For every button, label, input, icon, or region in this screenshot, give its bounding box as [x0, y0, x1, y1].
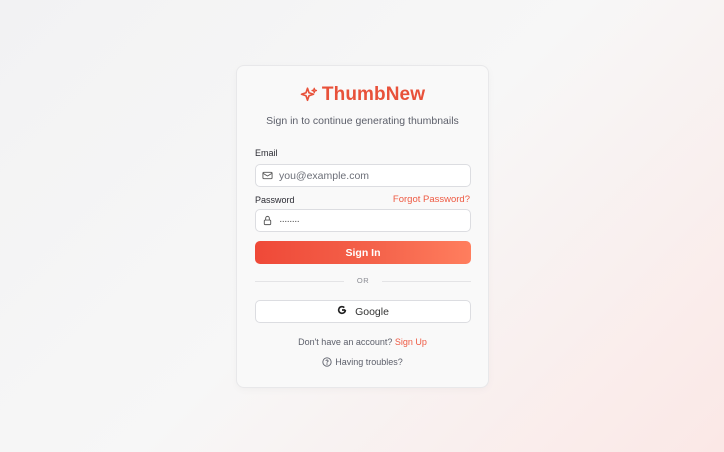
password-input[interactable]: [279, 214, 459, 227]
email-input[interactable]: [279, 169, 459, 182]
divider-or: OR: [344, 276, 382, 285]
password-label: Password: [255, 195, 295, 205]
help-link[interactable]: Having troubles?: [237, 357, 488, 367]
email-label: Email: [255, 148, 278, 158]
signup-prompt-text: Don't have an account?: [298, 337, 393, 347]
login-card: ThumbNew Sign in to continue generating …: [236, 65, 489, 388]
lock-icon: [262, 215, 273, 226]
help-label: Having troubles?: [335, 357, 403, 367]
email-field[interactable]: [255, 164, 471, 187]
signup-prompt: Don't have an account? Sign Up: [237, 337, 488, 347]
google-label: Google: [355, 305, 389, 318]
subtitle: Sign in to continue generating thumbnail…: [266, 115, 459, 127]
forgot-password-link[interactable]: Forgot Password?: [393, 194, 470, 205]
sign-in-button[interactable]: Sign In: [255, 241, 471, 264]
brand-name: ThumbNew: [321, 84, 426, 105]
mail-icon: [262, 170, 273, 181]
google-signin-button[interactable]: Google: [255, 300, 471, 323]
sign-up-link[interactable]: Sign Up: [395, 337, 427, 347]
google-icon: [337, 305, 347, 318]
question-circle-icon: [322, 357, 332, 367]
sparkle-icon: [300, 86, 318, 104]
password-field[interactable]: [255, 209, 471, 232]
brand-logo: ThumbNew: [237, 84, 488, 106]
